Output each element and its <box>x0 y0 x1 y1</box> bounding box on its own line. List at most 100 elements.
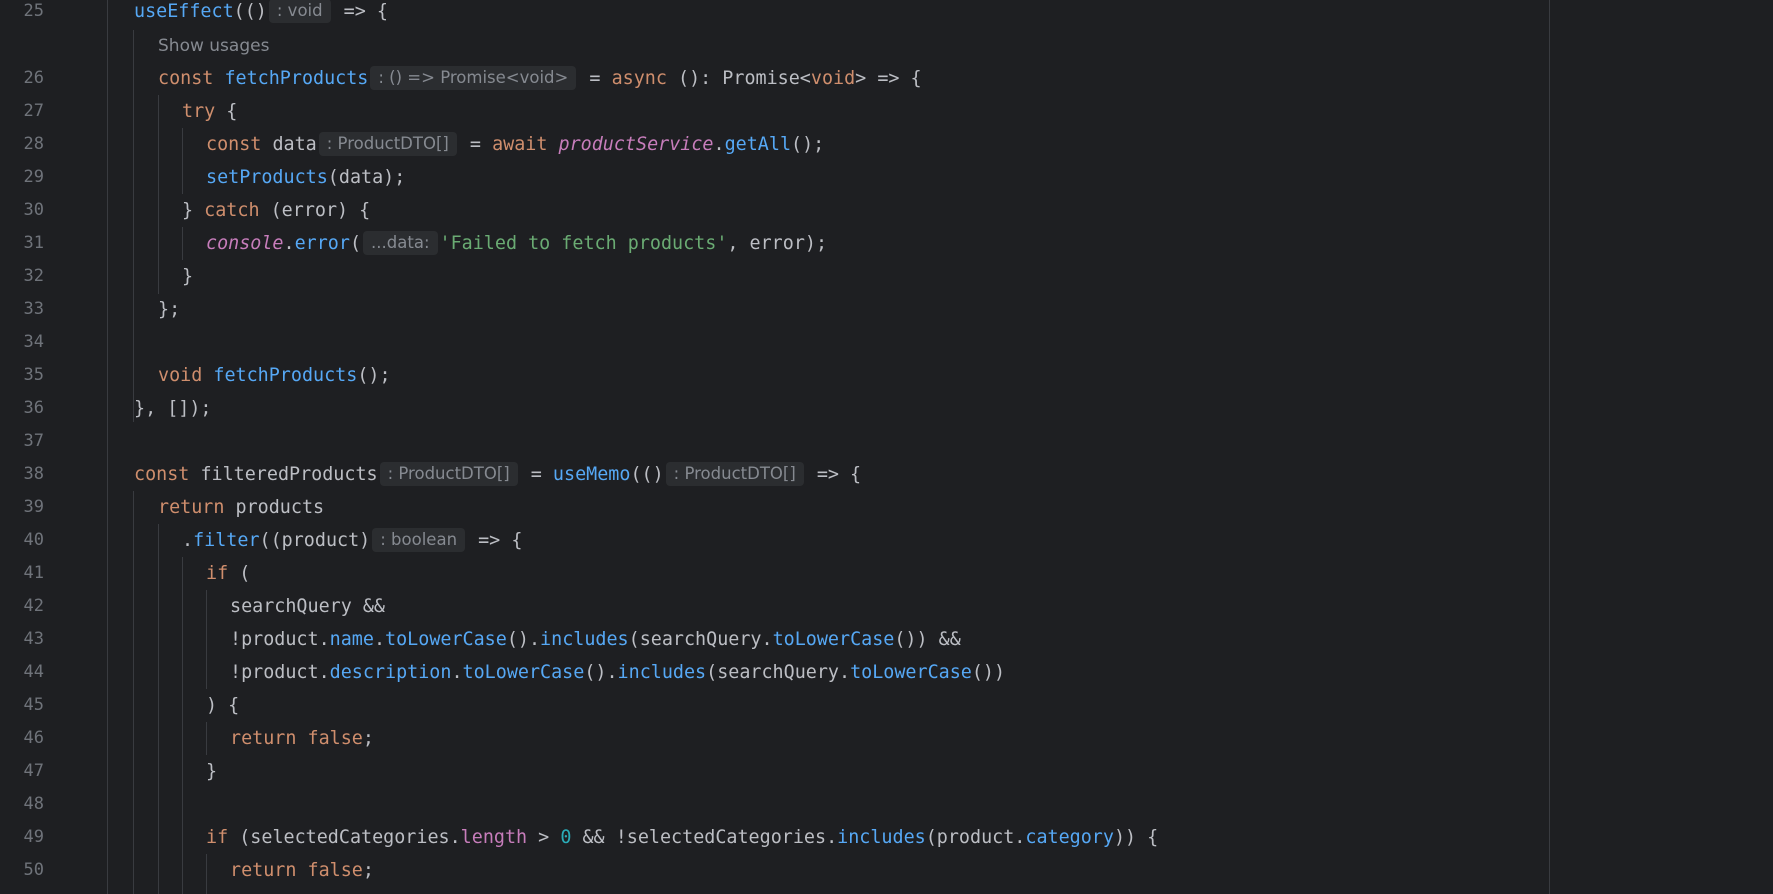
token: (product. <box>925 827 1026 848</box>
inlay-type-hint[interactable]: : () => Promise<void> <box>370 66 577 90</box>
token: toLowerCase <box>772 629 895 650</box>
token: ()) && <box>894 629 961 650</box>
token: (selectedCategories. <box>228 827 461 848</box>
token: > => { <box>855 68 922 89</box>
token: = <box>458 134 493 155</box>
token: productService <box>558 134 714 155</box>
token: (searchQuery. <box>706 662 851 683</box>
inlay-type-hint[interactable]: : ProductDTO[] <box>665 462 804 486</box>
indent-guide <box>158 95 159 294</box>
token: => { <box>805 464 862 485</box>
token: } <box>206 761 218 782</box>
token: await <box>492 134 559 155</box>
token: error <box>294 233 350 254</box>
code-line-36[interactable]: }, []); <box>134 392 212 425</box>
token: fetchProducts <box>213 365 358 386</box>
indent-guide <box>133 30 134 422</box>
token: searchQuery && <box>230 596 386 617</box>
token: if <box>206 563 229 584</box>
token: async <box>611 68 667 89</box>
token: !product. <box>230 629 330 650</box>
token: name <box>329 629 374 650</box>
token: void <box>810 68 856 89</box>
token: fetchProducts <box>224 68 369 89</box>
code-line-42[interactable]: searchQuery && <box>230 590 385 623</box>
token: } <box>182 266 194 287</box>
token: toLowerCase <box>850 662 972 683</box>
token: , error); <box>727 233 828 254</box>
token: ((product) <box>259 530 371 551</box>
token: false <box>307 860 363 881</box>
token: = <box>519 464 553 485</box>
show-usages-link[interactable]: Show usages <box>158 33 269 59</box>
token: => { <box>467 530 523 551</box>
indent-guide <box>206 590 207 689</box>
token: if <box>206 827 229 848</box>
token: includes <box>837 827 926 848</box>
code-line-40[interactable]: .filter((product): boolean => { <box>182 524 522 557</box>
token: const <box>158 68 225 89</box>
code-line-49[interactable]: if (selectedCategories.length > 0 && !se… <box>206 821 1158 854</box>
code-area[interactable]: useEffect((): void => { Show usages cons… <box>0 0 1773 894</box>
code-line-25[interactable]: useEffect((): void => { <box>134 0 388 28</box>
code-line-31[interactable]: console.error(...data: 'Failed to fetch p… <box>206 227 827 260</box>
token: . <box>451 662 463 683</box>
token: }; <box>158 299 181 320</box>
token: console <box>206 233 284 254</box>
code-line-46[interactable]: return false; <box>230 722 374 755</box>
inlay-type-hint[interactable]: : void <box>268 0 331 23</box>
code-line-26[interactable]: const fetchProducts: () => Promise<void>… <box>158 62 922 95</box>
token: 0 <box>560 827 572 848</box>
code-line-39[interactable]: return products <box>158 491 324 524</box>
token: ; <box>362 860 374 881</box>
code-line-38[interactable]: const filteredProducts: ProductDTO[] = u… <box>134 458 861 491</box>
token: ( <box>228 563 251 584</box>
code-line-47[interactable]: } <box>206 755 217 788</box>
token: (() <box>630 464 664 485</box>
token: )) { <box>1113 827 1159 848</box>
token: && !selectedCategories. <box>571 827 838 848</box>
code-line-45[interactable]: ) { <box>206 689 239 722</box>
token: (data); <box>327 167 406 188</box>
code-line-32[interactable]: } <box>182 260 193 293</box>
token: (). <box>506 629 541 650</box>
inlay-type-hint[interactable]: : ProductDTO[] <box>318 132 457 156</box>
token: includes <box>617 662 707 683</box>
inlay-type-hint[interactable]: : boolean <box>372 528 466 552</box>
code-line-41[interactable]: if ( <box>206 557 250 590</box>
token: { <box>215 101 238 122</box>
token: (); <box>357 365 391 386</box>
code-editor[interactable]: 25 26 27 28 29 30 31 32 33 34 35 36 37 3… <box>0 0 1773 894</box>
indent-guide <box>133 491 134 894</box>
token: }, []); <box>134 398 212 419</box>
code-line-43[interactable]: !product.name.toLowerCase().includes(sea… <box>230 623 961 656</box>
token: data <box>272 134 317 155</box>
token: 'Failed to fetch products' <box>439 233 728 254</box>
token: filteredProducts <box>200 464 378 485</box>
code-line-27[interactable]: try { <box>182 95 237 128</box>
token: > <box>527 827 561 848</box>
token: . <box>373 629 386 650</box>
indent-guide <box>158 524 159 894</box>
token: setProducts <box>206 167 328 188</box>
token: return <box>230 860 308 881</box>
token: (() <box>233 1 267 22</box>
indent-guide <box>182 128 183 194</box>
code-line-44[interactable]: !product.description.toLowerCase().inclu… <box>230 656 1005 689</box>
code-line-50[interactable]: return false; <box>230 854 374 887</box>
inlay-parameter-hint[interactable]: ...data: <box>363 231 438 255</box>
token: !product. <box>230 662 330 683</box>
token: includes <box>540 629 629 650</box>
code-line-33[interactable]: }; <box>158 293 180 326</box>
indent-guide <box>182 557 183 894</box>
code-line-35[interactable]: void fetchProducts(); <box>158 359 391 392</box>
indent-guide <box>206 854 207 894</box>
code-line-30[interactable]: } catch (error) { <box>182 194 370 227</box>
indent-guide <box>206 722 207 755</box>
code-line-28[interactable]: const data: ProductDTO[] = await product… <box>206 128 824 161</box>
inlay-type-hint[interactable]: : ProductDTO[] <box>379 462 518 486</box>
code-line-29[interactable]: setProducts(data); <box>206 161 405 194</box>
token: void <box>158 365 214 386</box>
token: return <box>158 497 236 518</box>
token: . <box>713 134 725 155</box>
